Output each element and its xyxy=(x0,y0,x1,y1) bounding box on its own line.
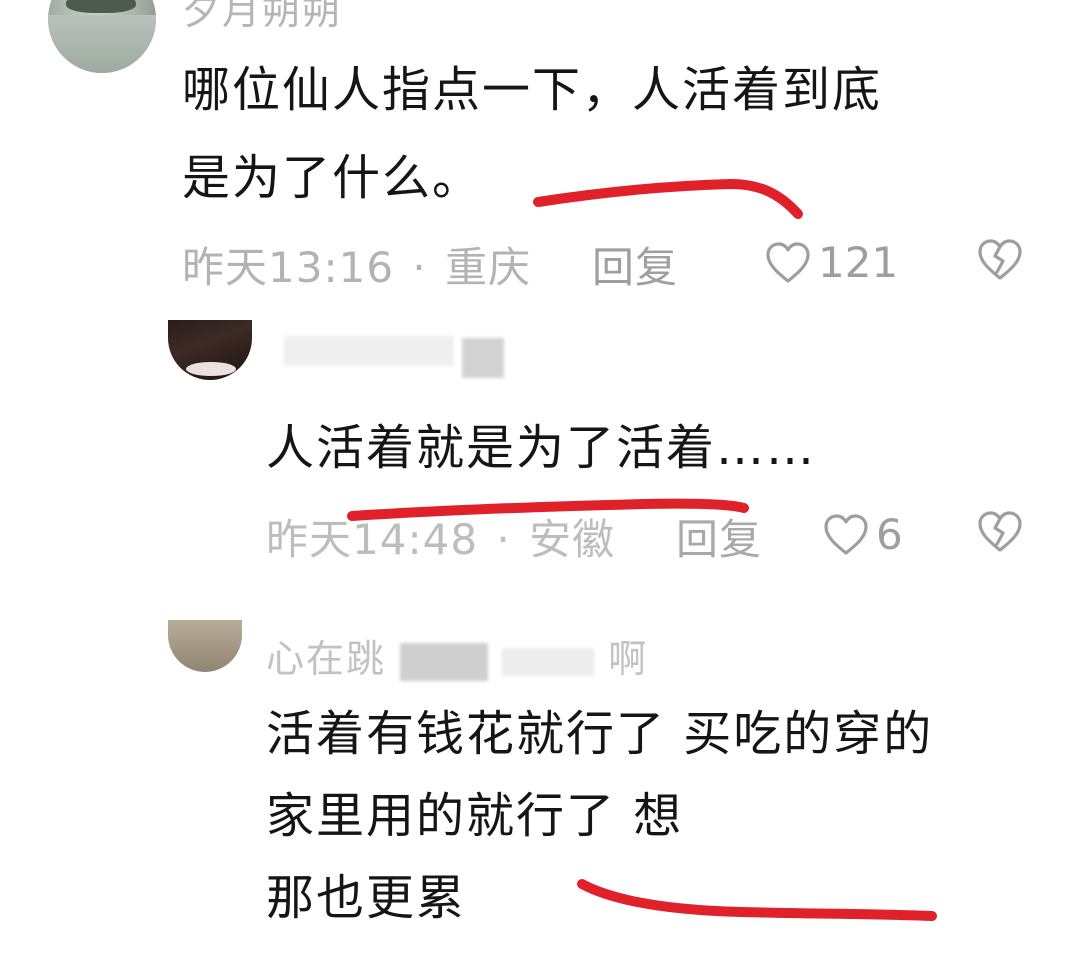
comment-location: 安徽 xyxy=(529,515,616,564)
comment-text-line: 人活着就是为了活着…… xyxy=(266,420,817,476)
username-part: 啊 xyxy=(608,637,649,681)
like-count: 121 xyxy=(818,238,899,287)
comment-text-line: 那也更累 xyxy=(266,870,467,926)
meta-separator: · xyxy=(496,515,511,564)
reply-button[interactable]: 回复 xyxy=(676,506,762,567)
like-button[interactable]: 6 xyxy=(822,510,903,559)
username-redacted[interactable] xyxy=(284,336,454,366)
heart-icon xyxy=(822,513,870,557)
dislike-icon[interactable] xyxy=(976,508,1024,554)
username-redacted-block xyxy=(462,338,504,378)
username-redacted xyxy=(502,647,595,676)
reply-button[interactable]: 回复 xyxy=(592,234,678,295)
like-button[interactable]: 121 xyxy=(764,238,898,287)
username-redacted-block xyxy=(400,642,489,681)
like-count: 6 xyxy=(876,510,903,559)
avatar-image-water xyxy=(48,15,156,73)
meta-separator: · xyxy=(412,243,427,292)
red-underline-stroke xyxy=(577,879,937,921)
avatar[interactable] xyxy=(48,0,156,73)
avatar-image-detail xyxy=(186,362,236,376)
red-underline-stroke xyxy=(533,178,803,219)
username-part: 心在跳 xyxy=(266,637,387,681)
avatar-image-island xyxy=(66,0,136,13)
comment-time: 昨天14:48 xyxy=(266,515,479,564)
dislike-icon[interactable] xyxy=(976,236,1024,282)
comment-time: 昨天13:16 xyxy=(182,243,395,292)
heart-icon xyxy=(764,241,812,285)
comment-text-line: 是为了什么。 xyxy=(182,150,483,206)
username[interactable]: 夕月朔朔 xyxy=(182,0,342,35)
avatar[interactable] xyxy=(168,620,242,672)
comment-text-line: 哪位仙人指点一下，人活着到底 xyxy=(182,62,883,118)
comment-text-line: 家里用的就行了 想 xyxy=(266,788,684,844)
avatar[interactable] xyxy=(168,320,252,380)
username[interactable]: 心在跳 啊 xyxy=(266,628,648,683)
comment-meta: 昨天13:16 · 重庆 xyxy=(182,234,531,295)
comment-text-line: 活着有钱花就行了 买吃的穿的 xyxy=(266,706,934,762)
comment-location: 重庆 xyxy=(445,243,532,292)
comment-meta: 昨天14:48 · 安徽 xyxy=(266,506,615,567)
